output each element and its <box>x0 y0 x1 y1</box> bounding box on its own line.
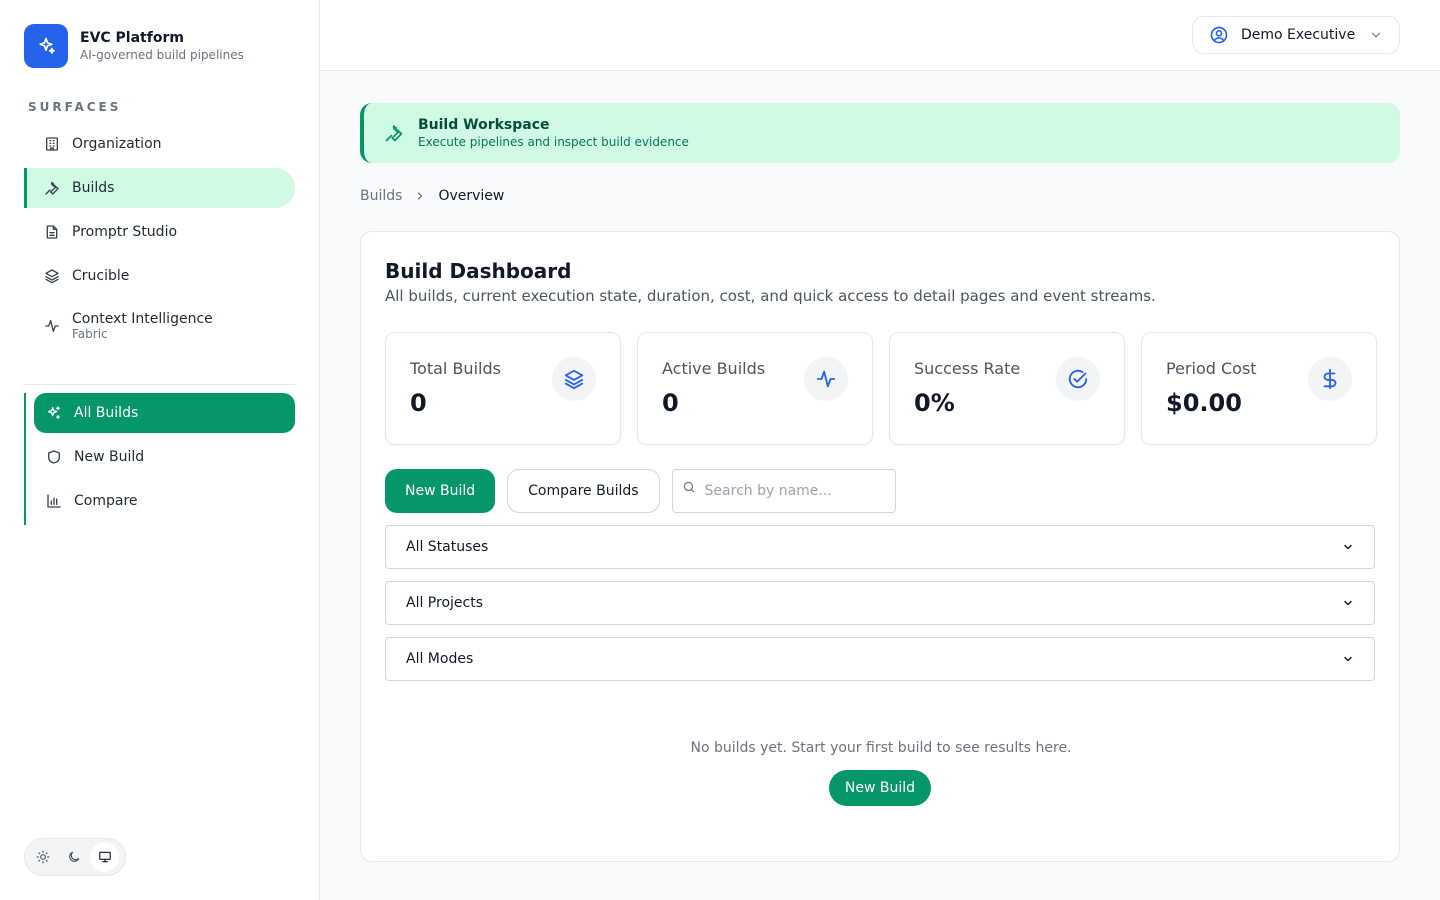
search-box <box>671 469 896 513</box>
subnav-item-label: Compare <box>74 493 138 509</box>
stat-label: Period Cost <box>1166 359 1257 378</box>
stat-total-builds: Total Builds 0 <box>385 332 621 445</box>
chevron-down-icon <box>1369 28 1383 42</box>
document-icon <box>44 224 60 240</box>
wrench-icon <box>44 180 60 196</box>
new-build-button[interactable]: New Build <box>385 469 496 513</box>
subnav-item-new-build[interactable]: New Build <box>34 437 295 477</box>
check-circle-icon <box>1056 357 1100 401</box>
moon-icon[interactable] <box>60 842 89 872</box>
breadcrumb-builds[interactable]: Builds <box>360 188 402 204</box>
sidebar: EVC Platform AI-governed build pipelines… <box>0 0 320 900</box>
user-circle-icon <box>1209 25 1229 45</box>
search-icon <box>682 480 696 494</box>
section-label: SURFACES <box>28 100 122 114</box>
sidebar-item-label: Builds <box>72 180 115 196</box>
stat-active-builds: Active Builds 0 <box>637 332 873 445</box>
sparkles-icon <box>46 405 62 421</box>
wrench-icon <box>384 123 404 143</box>
page-title: Build Dashboard <box>385 259 572 283</box>
banner-title: Build Workspace <box>418 117 550 133</box>
chevron-right-icon <box>414 190 426 202</box>
theme-toggle <box>24 838 126 876</box>
workspace-banner: Build Workspace Execute pipelines and in… <box>360 103 1400 163</box>
dollar-icon <box>1308 357 1352 401</box>
chevron-down-icon <box>1342 597 1354 609</box>
project-filter-value: All Projects <box>406 595 483 611</box>
page-description: All builds, current execution state, dur… <box>385 287 1156 305</box>
sidebar-item-label: Context Intelligence <box>72 311 213 327</box>
sidebar-item-context-intelligence[interactable]: Context Intelligence Fabric <box>24 300 295 352</box>
brand[interactable]: EVC Platform AI-governed build pipelines <box>24 24 244 68</box>
subnav-item-label: New Build <box>74 449 145 465</box>
stat-value: $0.00 <box>1166 389 1242 417</box>
sidebar-item-promptr-studio[interactable]: Promptr Studio <box>24 212 295 252</box>
user-menu[interactable]: Demo Executive <box>1192 16 1400 54</box>
monitor-icon[interactable] <box>90 842 120 872</box>
building-icon <box>44 136 60 152</box>
sidebar-item-label: Crucible <box>72 268 130 284</box>
breadcrumb-current: Overview <box>438 188 505 204</box>
primary-nav: Organization Builds Promptr Studio Cruci… <box>24 124 295 356</box>
builds-subnav: All Builds New Build Compare <box>24 393 295 525</box>
compare-builds-button[interactable]: Compare Builds <box>507 469 660 513</box>
subnav-item-label: All Builds <box>74 405 139 421</box>
stat-label: Active Builds <box>662 359 766 378</box>
stats-row: Total Builds 0 Active Builds 0 Success R… <box>385 332 1377 445</box>
sidebar-item-label: Organization <box>72 136 162 152</box>
empty-state-new-build-button[interactable]: New Build <box>829 770 931 806</box>
breadcrumb: Builds Overview <box>360 188 504 204</box>
sun-icon[interactable] <box>29 842 58 872</box>
sidebar-item-label: Promptr Studio <box>72 224 178 240</box>
layers-icon <box>44 268 60 284</box>
project-filter-select[interactable]: All Projects <box>385 581 1375 625</box>
actions-row: New Build Compare Builds <box>385 469 896 513</box>
subnav-item-compare[interactable]: Compare <box>34 481 295 521</box>
stat-label: Success Rate <box>914 359 1021 378</box>
chevron-down-icon <box>1342 653 1354 665</box>
banner-subtitle: Execute pipelines and inspect build evid… <box>418 135 689 149</box>
activity-icon <box>44 318 60 334</box>
sparkles-icon <box>24 24 68 68</box>
stat-value: 0% <box>914 389 955 417</box>
status-filter-select[interactable]: All Statuses <box>385 525 1375 569</box>
chevron-down-icon <box>1342 541 1354 553</box>
top-header: Demo Executive <box>320 0 1440 71</box>
stat-label: Total Builds <box>410 359 501 378</box>
mode-filter-value: All Modes <box>406 651 474 667</box>
subnav-item-all-builds[interactable]: All Builds <box>34 393 295 433</box>
status-filter-value: All Statuses <box>406 539 489 555</box>
build-dashboard-card: Build Dashboard All builds, current exec… <box>360 231 1400 862</box>
stat-value: 0 <box>410 389 427 417</box>
stat-value: 0 <box>662 389 679 417</box>
brand-subtitle: AI-governed build pipelines <box>80 48 244 62</box>
sidebar-item-crucible[interactable]: Crucible <box>24 256 295 296</box>
bar-chart-icon <box>46 493 62 509</box>
stat-success-rate: Success Rate 0% <box>889 332 1125 445</box>
user-name: Demo Executive <box>1241 27 1356 43</box>
mode-filter-select[interactable]: All Modes <box>385 637 1375 681</box>
sidebar-item-organization[interactable]: Organization <box>24 124 295 164</box>
layers-icon <box>552 357 596 401</box>
sidebar-divider <box>24 384 295 385</box>
search-input[interactable] <box>671 469 896 513</box>
activity-icon <box>804 357 848 401</box>
shield-icon <box>46 449 62 465</box>
sidebar-item-builds[interactable]: Builds <box>24 168 295 208</box>
sidebar-item-sublabel: Fabric <box>72 327 108 341</box>
empty-state-text: No builds yet. Start your first build to… <box>690 740 1072 756</box>
stat-period-cost: Period Cost $0.00 <box>1141 332 1377 445</box>
brand-title: EVC Platform <box>80 30 184 46</box>
